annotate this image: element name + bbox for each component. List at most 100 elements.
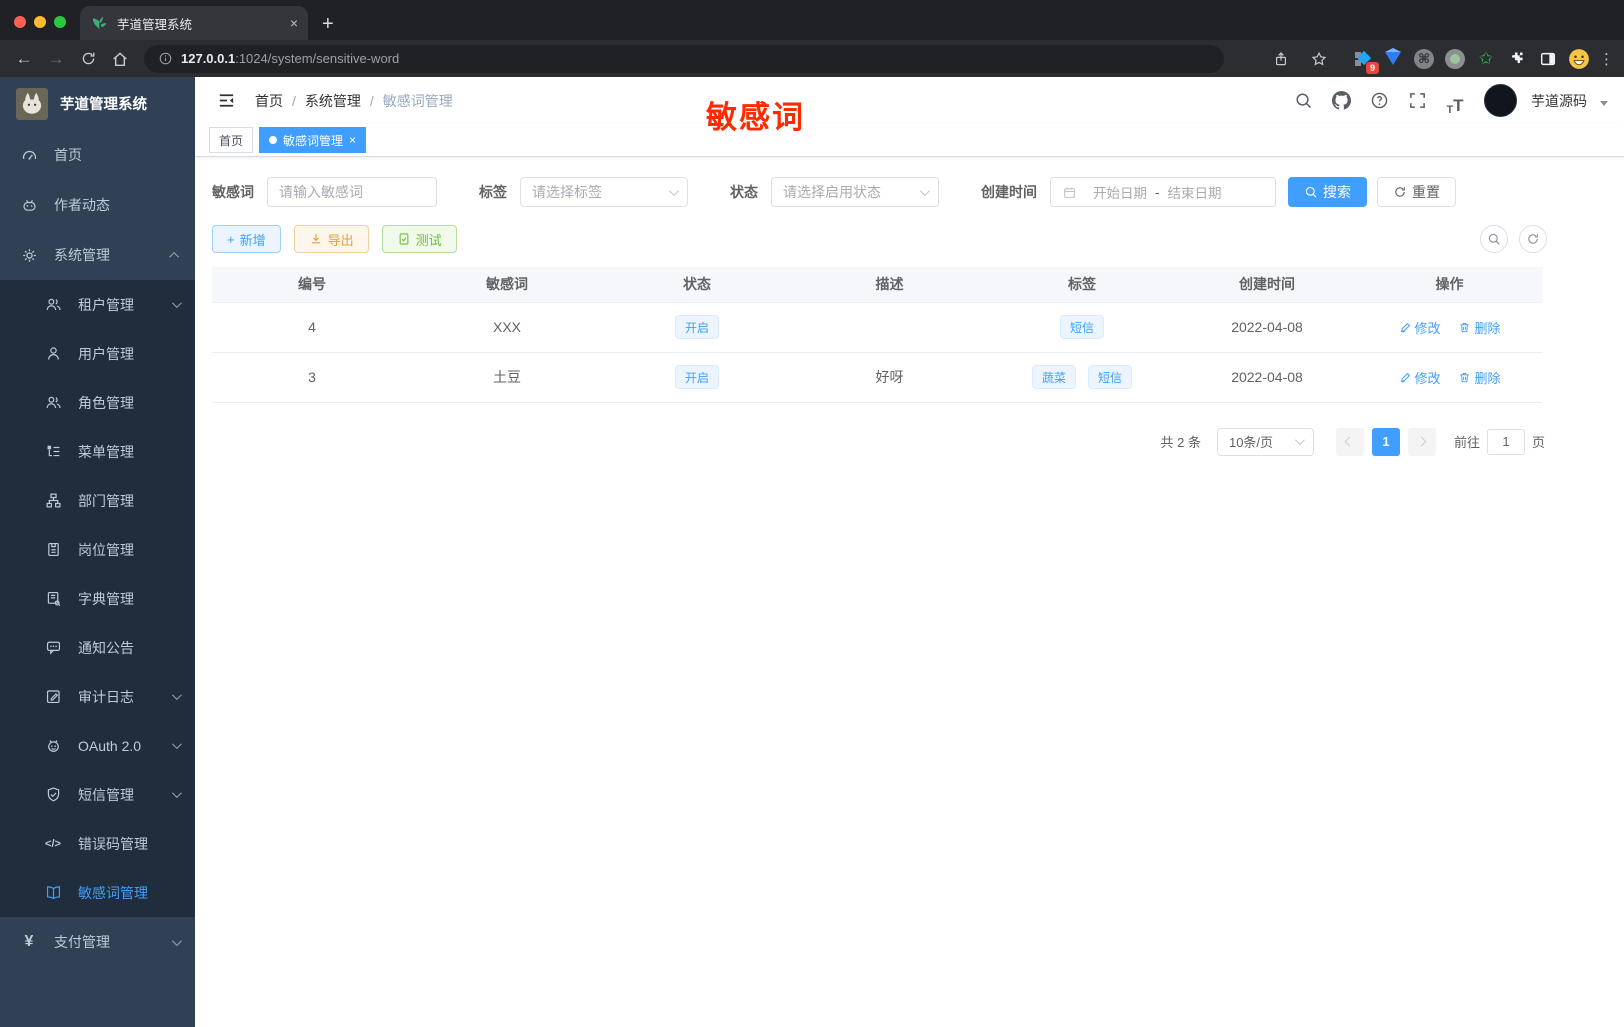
new-tab-button[interactable]: + [322,14,334,34]
sidebar-item-oauth2[interactable]: OAuth 2.0 [0,721,195,770]
github-icon[interactable] [1326,86,1356,116]
keyword-input[interactable] [267,177,437,207]
column-description: 描述 [792,267,987,303]
reload-icon[interactable] [74,45,102,73]
help-icon[interactable] [1364,86,1394,116]
url-bar[interactable]: 127.0.0.1:1024/system/sensitive-word [144,44,1224,73]
sidebar-item-notice-announcement[interactable]: 通知公告 [0,623,195,672]
user-icon [44,345,62,363]
table-row: 3 土豆 开启 好呀 蔬菜 短信 2022-04-08 修改 删除 [212,352,1542,403]
side-panel-icon[interactable] [1537,48,1559,70]
close-tab-icon[interactable]: × [349,134,356,146]
browser-menu-icon[interactable]: ⋮ [1599,50,1614,68]
sidebar-item-error-code-management[interactable]: </> 错误码管理 [0,819,195,868]
reset-button[interactable]: 重置 [1377,177,1456,207]
breadcrumb-current: 敏感词管理 [382,92,453,109]
cell-id: 3 [212,352,412,403]
sidebar-item-user-management[interactable]: 用户管理 [0,329,195,378]
id-badge-icon [44,541,62,559]
delete-button[interactable]: 删除 [1458,368,1500,387]
add-button[interactable]: + 新增 [212,225,281,253]
tag-tab-sensitive-word[interactable]: 敏感词管理 × [259,127,367,153]
sidebar-item-department-management[interactable]: 部门管理 [0,476,195,525]
forward-icon[interactable]: → [42,45,70,73]
recorder-extension-icon[interactable] [1444,48,1466,70]
next-page-button[interactable] [1407,427,1436,456]
chevron-down-icon [668,185,679,196]
user-avatar[interactable] [1484,84,1517,117]
star-extension-icon[interactable]: ✩ [1475,48,1497,70]
status-badge: 开启 [674,315,719,339]
delete-button[interactable]: 删除 [1458,318,1500,337]
status-select[interactable]: 请选择启用状态 [771,177,939,207]
sidebar-item-role-management[interactable]: 角色管理 [0,378,195,427]
tag-tab-home[interactable]: 首页 [209,127,254,153]
tag-select[interactable]: 请选择标签 [520,177,688,207]
bookmark-star-icon[interactable] [1305,45,1333,73]
edit-button[interactable]: 修改 [1399,368,1441,387]
fullscreen-icon[interactable] [1402,86,1432,116]
command-extension-icon[interactable]: ⌘ [1413,48,1435,70]
breadcrumb-system[interactable]: 系统管理 [305,91,361,111]
url-host: 127.0.0.1 [181,50,236,66]
tab-manager-extension-icon[interactable]: 9 [1351,48,1379,74]
search-button[interactable]: 搜索 [1288,177,1367,207]
audit-edit-icon [44,688,62,706]
extensions-puzzle-icon[interactable] [1506,48,1528,70]
plus-icon: + [227,231,235,247]
gem-extension-icon[interactable] [1382,48,1404,70]
sidebar-item-home[interactable]: 首页 [0,130,195,180]
zoom-window-button[interactable] [54,16,66,28]
profile-avatar-icon[interactable] [1568,48,1590,70]
edit-button[interactable]: 修改 [1399,318,1441,337]
sidebar-item-audit-log[interactable]: 审计日志 [0,672,195,721]
breadcrumb-home[interactable]: 首页 [255,91,283,111]
column-word: 敏感词 [412,267,602,303]
sidebar-item-system-management[interactable]: 系统管理 [0,230,195,280]
sidebar-item-sensitive-word-management[interactable]: 敏感词管理 [0,868,195,917]
prev-page-button[interactable] [1335,427,1364,456]
goto-page-input[interactable] [1486,428,1525,455]
red-annotation-text: 敏感词 [706,100,805,135]
tab-close-icon[interactable]: × [290,15,298,31]
chevron-down-icon [1294,435,1305,446]
code-icon: </> [45,837,61,850]
minimize-window-button[interactable] [34,16,46,28]
test-button[interactable]: 测试 [381,225,457,253]
gear-icon [20,246,38,264]
export-button[interactable]: 导出 [293,225,369,253]
window-controls [14,16,66,28]
home-icon[interactable] [106,45,134,73]
sensitive-word-table: 编号 敏感词 状态 描述 标签 创建时间 操作 4 XXX 开启 短信 2022… [212,267,1542,403]
font-size-icon[interactable]: TT [1440,86,1470,116]
cell-description: 好呀 [792,352,987,403]
navbar-actions: TT 芋道源码 [1288,84,1608,117]
sidebar-fold-icon[interactable] [211,86,241,116]
table-settings [1480,225,1547,253]
toggle-search-icon[interactable] [1480,225,1508,253]
username[interactable]: 芋道源码 [1531,91,1587,111]
sidebar-item-payment-management[interactable]: ¥ 支付管理 [0,917,195,967]
refresh-table-icon[interactable] [1519,225,1547,253]
site-info-icon[interactable] [158,51,173,66]
sidebar-item-author-news[interactable]: 作者动态 [0,180,195,230]
sidebar-item-post-management[interactable]: 岗位管理 [0,525,195,574]
page-size-select[interactable]: 10条/页 [1216,427,1314,456]
sidebar-item-menu-management[interactable]: 菜单管理 [0,427,195,476]
sidebar-item-tenant-management[interactable]: 租户管理 [0,280,195,329]
share-icon[interactable] [1267,45,1295,73]
search-icon[interactable] [1288,86,1318,116]
caret-down-icon[interactable] [1600,101,1608,106]
table-toolbar: + 新增 导出 测试 [212,225,1607,253]
table-row: 4 XXX 开启 短信 2022-04-08 修改 删除 [212,302,1542,353]
browser-tab[interactable]: 芋道管理系统 × [80,6,308,40]
back-icon[interactable]: ← [10,45,38,73]
sidebar-item-sms-management[interactable]: 短信管理 [0,770,195,819]
cell-description [792,302,987,353]
sidebar-item-dictionary-management[interactable]: 字典管理 [0,574,195,623]
org-chart-icon [44,492,62,510]
date-range-picker[interactable]: 开始日期 - 结束日期 [1050,177,1276,207]
close-window-button[interactable] [14,16,26,28]
page-number-1[interactable]: 1 [1371,427,1400,456]
filter-form: 敏感词 标签 请选择标签 状态 请选择启用状态 [212,177,1607,207]
